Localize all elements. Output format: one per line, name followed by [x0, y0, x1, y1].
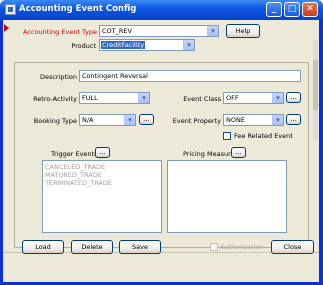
close-button[interactable]: Close — [271, 240, 314, 254]
event-class-value: OFF — [226, 94, 239, 102]
save-button[interactable]: Save — [119, 240, 161, 254]
event-class-select[interactable]: OFF ▾ — [223, 92, 284, 104]
event-type-value: COT_REV — [102, 27, 132, 35]
retro-activity-label: Retro-Activity — [33, 95, 77, 103]
chevron-down-icon[interactable]: ▾ — [138, 93, 149, 103]
load-button[interactable]: Load — [22, 240, 64, 254]
window-title: Accounting Event Config — [19, 4, 137, 14]
minimize-button[interactable]: _ — [266, 2, 282, 17]
app-icon — [5, 4, 16, 15]
chevron-down-icon[interactable]: ▾ — [124, 115, 135, 125]
trigger-events-browse-button[interactable]: ... — [95, 147, 110, 158]
list-item[interactable]: MATURED_TRADE — [45, 171, 159, 179]
fee-related-checkbox[interactable] — [223, 132, 231, 140]
event-property-browse-button[interactable]: ... — [286, 114, 301, 125]
delete-button[interactable]: Delete — [71, 240, 113, 254]
pricing-measures-label: Pricing Measures — [183, 150, 238, 158]
event-property-value: NONE — [226, 116, 245, 124]
event-property-label: Event Property — [172, 117, 221, 125]
list-item[interactable]: CANCELED_TRADE — [45, 163, 159, 171]
fee-related-label: Fee Related Event — [234, 132, 293, 140]
event-type-label: Accounting Event Type — [23, 28, 97, 36]
event-class-label: Event Class — [183, 95, 221, 103]
description-label: Description — [39, 73, 77, 81]
pricing-measures-browse-button[interactable]: ... — [231, 147, 246, 158]
product-label: Product — [71, 42, 96, 50]
title-bar: Accounting Event Config _ □ ✕ — [0, 0, 323, 20]
retro-activity-select[interactable]: FULL ▾ — [79, 92, 150, 104]
trigger-events-list[interactable]: CANCELED_TRADE MATURED_TRADE TERMINATED_… — [42, 160, 162, 233]
booking-type-browse-button[interactable]: ... — [139, 114, 154, 125]
event-class-browse-button[interactable]: ... — [286, 92, 301, 103]
description-field[interactable]: Contingent Reversal — [79, 70, 301, 82]
chevron-down-icon[interactable]: ▾ — [272, 93, 283, 103]
chevron-down-icon[interactable]: ▾ — [207, 26, 218, 36]
product-select[interactable]: CreditFacility ▾ — [99, 39, 195, 51]
chevron-down-icon[interactable]: ▾ — [183, 40, 194, 50]
dialog-client-area: Accounting Event Type COT_REV ▾ Help Pro… — [3, 20, 319, 282]
required-marker-icon — [4, 24, 9, 32]
event-type-select[interactable]: COT_REV ▾ — [99, 25, 219, 37]
trigger-events-items: CANCELED_TRADE MATURED_TRADE TERMINATED_… — [43, 161, 161, 189]
booking-type-value: N/A — [82, 116, 94, 124]
retro-activity-value: FULL — [82, 94, 98, 102]
close-window-button[interactable]: ✕ — [302, 2, 318, 17]
chevron-down-icon[interactable]: ▾ — [272, 115, 283, 125]
help-button[interactable]: Help — [226, 24, 260, 38]
authorization-label: Authorization — [220, 243, 264, 251]
trigger-events-label: Trigger Events — [51, 150, 98, 158]
pricing-measures-list[interactable] — [167, 160, 287, 233]
booking-type-label: Booking Type — [33, 117, 77, 125]
maximize-button[interactable]: □ — [284, 2, 300, 17]
authorization-checkbox[interactable] — [210, 243, 218, 251]
event-property-select[interactable]: NONE ▾ — [223, 114, 284, 126]
list-item[interactable]: TERMINATED_TRADE — [45, 179, 159, 187]
booking-type-select[interactable]: N/A ▾ — [79, 114, 136, 126]
vertical-scrollbar[interactable] — [313, 40, 318, 140]
event-details-panel: Description Contingent Reversal Retro-Ac… — [14, 62, 309, 248]
product-value: CreditFacility — [101, 41, 146, 49]
accounting-event-config-window: Accounting Event Config _ □ ✕ Accounting… — [0, 0, 323, 285]
